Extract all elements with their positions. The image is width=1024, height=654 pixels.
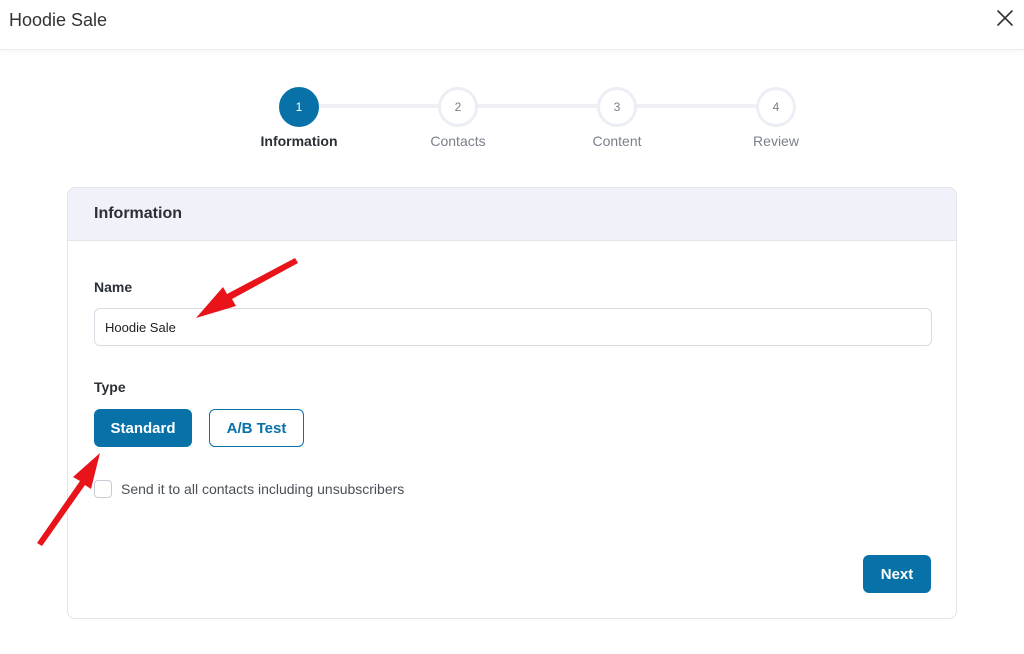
step-label: Content bbox=[592, 133, 642, 149]
step-number: 2 bbox=[438, 87, 478, 127]
card-title: Information bbox=[94, 205, 182, 222]
card-header: Information bbox=[68, 188, 956, 241]
step-number: 1 bbox=[279, 87, 319, 127]
step-label: Review bbox=[753, 133, 799, 149]
step-number: 3 bbox=[597, 87, 637, 127]
stepper: 1 Information 2 Contacts 3 Content 4 Rev… bbox=[0, 0, 1024, 170]
step-label: Contacts bbox=[430, 133, 486, 149]
type-label: Type bbox=[94, 379, 126, 395]
send-all-contacts-checkbox[interactable] bbox=[94, 480, 112, 498]
name-input[interactable] bbox=[94, 308, 932, 346]
step-number: 4 bbox=[756, 87, 796, 127]
step-content[interactable]: 3 Content bbox=[557, 87, 677, 149]
step-label: Information bbox=[260, 133, 338, 149]
information-card: Information Name Type Standard A/B Test … bbox=[67, 187, 957, 619]
send-all-contacts-option[interactable]: Send it to all contacts including unsubs… bbox=[94, 480, 404, 498]
checkbox-label: Send it to all contacts including unsubs… bbox=[121, 481, 405, 497]
next-button[interactable]: Next bbox=[863, 555, 931, 593]
name-label: Name bbox=[94, 279, 133, 295]
type-ab-test-button[interactable]: A/B Test bbox=[209, 409, 304, 447]
step-review[interactable]: 4 Review bbox=[716, 87, 836, 149]
type-standard-button[interactable]: Standard bbox=[94, 409, 192, 447]
step-contacts[interactable]: 2 Contacts bbox=[398, 87, 518, 149]
step-information[interactable]: 1 Information bbox=[239, 87, 359, 149]
